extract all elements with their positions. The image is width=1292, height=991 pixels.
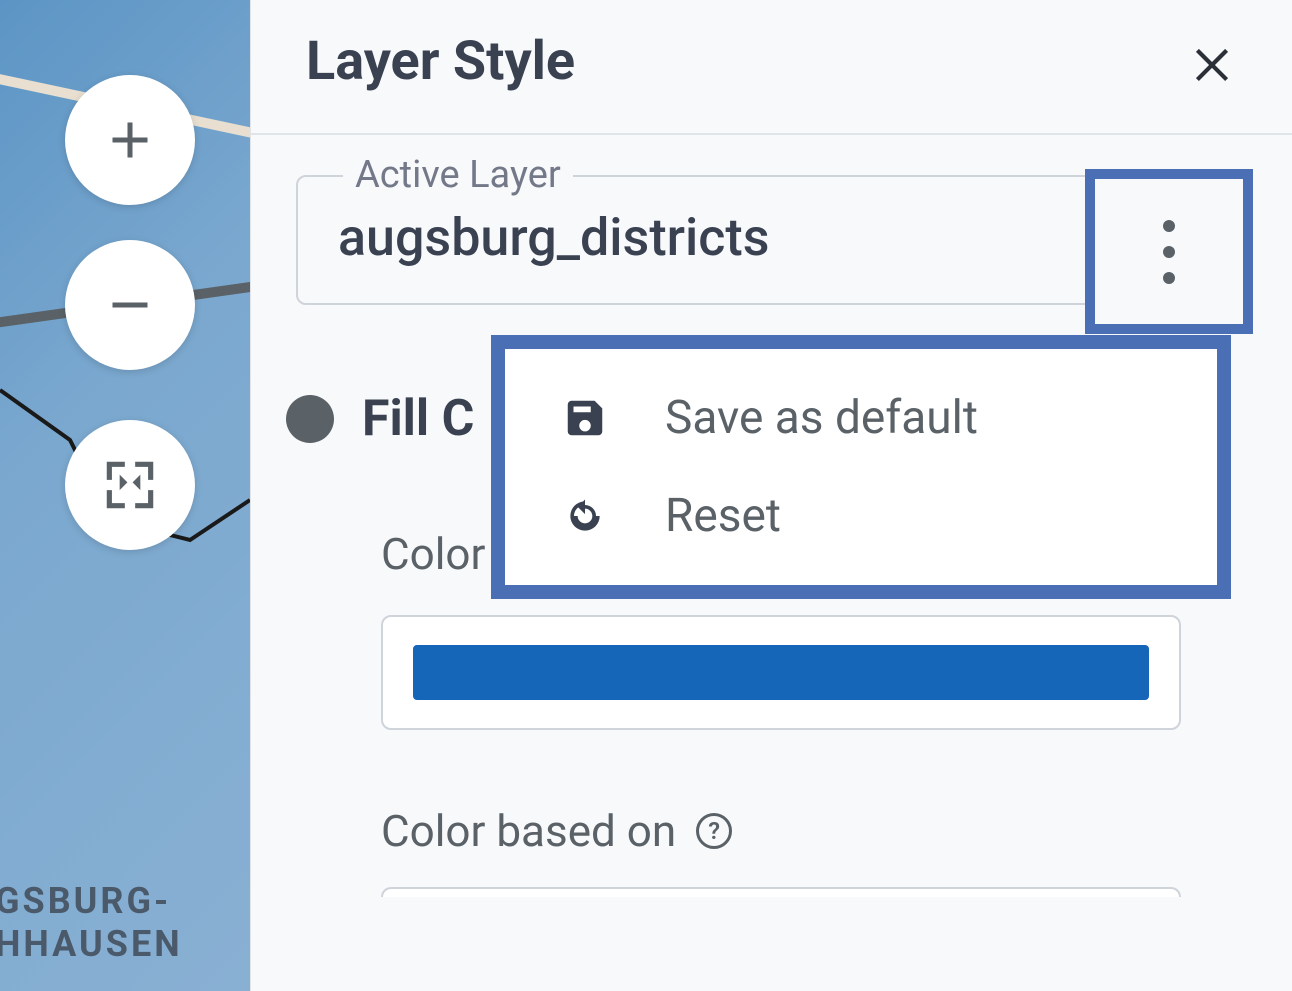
active-layer-legend: Active Layer bbox=[343, 153, 573, 197]
color-picker[interactable] bbox=[381, 615, 1181, 730]
color-based-on-label: Color based on bbox=[381, 805, 676, 857]
color-swatch bbox=[413, 645, 1149, 700]
layer-more-button[interactable] bbox=[1085, 169, 1253, 334]
help-icon[interactable]: ? bbox=[696, 813, 732, 849]
layer-style-panel: Layer Style Active Layer augsburg_distri… bbox=[250, 0, 1292, 991]
fill-color-heading: Fill C bbox=[362, 390, 474, 448]
fullscreen-button[interactable] bbox=[65, 420, 195, 550]
menu-reset[interactable]: Reset bbox=[505, 467, 1217, 565]
close-icon bbox=[1187, 37, 1237, 87]
section-bullet-icon bbox=[286, 395, 334, 443]
fullscreen-icon bbox=[99, 454, 161, 516]
panel-title: Layer Style bbox=[306, 30, 575, 93]
minus-icon bbox=[100, 275, 160, 335]
panel-body: Active Layer augsburg_districts Save as … bbox=[251, 135, 1292, 897]
zoom-out-button[interactable] bbox=[65, 240, 195, 370]
menu-save-default[interactable]: Save as default bbox=[505, 369, 1217, 467]
close-button[interactable] bbox=[1187, 37, 1237, 87]
menu-save-default-label: Save as default bbox=[665, 391, 978, 445]
menu-reset-label: Reset bbox=[665, 489, 781, 543]
color-based-on-select[interactable] bbox=[381, 887, 1181, 897]
map-region-label: GSBURG- HHAUSEN bbox=[0, 880, 183, 966]
color-based-on-row: Color based on ? bbox=[381, 805, 1247, 857]
layer-more-menu: Save as default Reset bbox=[491, 335, 1231, 599]
panel-header: Layer Style bbox=[251, 0, 1292, 135]
zoom-in-button[interactable] bbox=[65, 75, 195, 205]
plus-icon bbox=[100, 110, 160, 170]
more-vert-icon bbox=[1163, 220, 1175, 284]
zoom-controls bbox=[65, 75, 195, 550]
refresh-icon bbox=[563, 494, 607, 538]
save-icon bbox=[562, 395, 608, 441]
active-layer-value: augsburg_districts bbox=[338, 207, 770, 268]
